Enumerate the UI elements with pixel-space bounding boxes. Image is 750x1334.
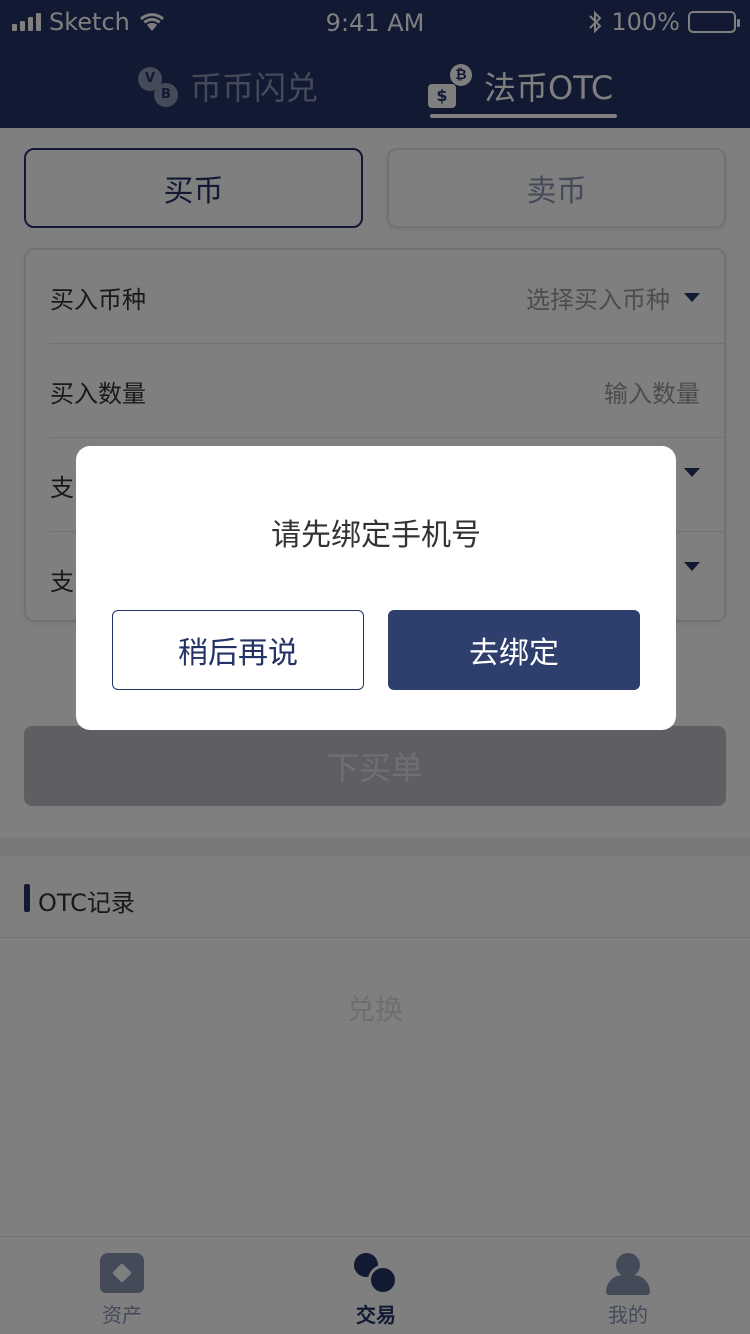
later-button[interactable]: 稍后再说 [112, 610, 364, 690]
dialog-message: 请先绑定手机号 [271, 518, 481, 553]
bind-now-button[interactable]: 去绑定 [388, 610, 640, 690]
bind-phone-dialog: 请先绑定手机号 稍后再说 去绑定 [76, 446, 676, 730]
